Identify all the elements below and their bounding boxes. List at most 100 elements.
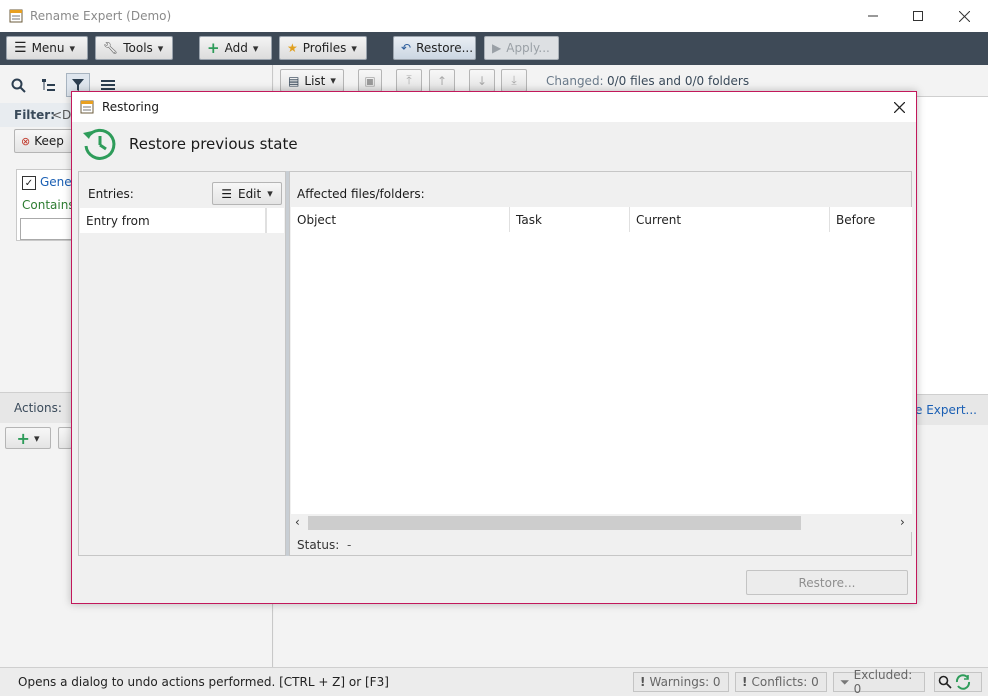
conflicts-indicator[interactable]: ! Conflicts: 0 — [735, 672, 827, 692]
filter-icon: ⏷ — [840, 674, 850, 689]
status-hint: Opens a dialog to undo actions performed… — [18, 675, 389, 689]
add-button[interactable]: + Add ▾ — [199, 36, 272, 60]
move-bottom-button[interactable]: ⤓ — [501, 69, 527, 92]
column-object-label: Object — [297, 212, 337, 227]
chevron-down-icon: ▾ — [351, 41, 357, 55]
changed-value: 0/0 files and 0/0 folders — [607, 74, 750, 88]
move-up-button[interactable]: ↑ — [429, 69, 455, 92]
column-before-label: Before — [836, 212, 876, 227]
column-current[interactable]: Current — [630, 207, 830, 232]
status-label: Status: — [297, 538, 340, 552]
status-value: - — [347, 538, 352, 552]
refresh-icon — [955, 674, 971, 690]
entry-from-label: Entry from — [86, 213, 150, 228]
warning-icon: ! — [742, 675, 748, 689]
window-titlebar: Rename Expert (Demo) — [0, 0, 988, 32]
app-icon — [9, 8, 24, 23]
warnings-label: Warnings: 0 — [649, 675, 721, 689]
add-label: Add — [224, 41, 248, 55]
restore-button[interactable]: Restore... — [746, 570, 908, 595]
restore-label: Restore... — [416, 41, 474, 55]
affected-table[interactable]: Object Task Current Before ‹ › — [291, 207, 912, 532]
excluded-indicator[interactable]: ⏷ Excluded: 0 — [833, 668, 925, 696]
restoring-dialog: Restoring Restore previous state Entries… — [71, 91, 917, 604]
add-action-button[interactable]: + ▾ — [5, 427, 51, 449]
plus-icon: + — [16, 428, 30, 448]
search-icon[interactable] — [7, 74, 29, 96]
entries-list[interactable]: Entry from — [80, 208, 284, 555]
menu-label: Menu — [31, 41, 65, 55]
actions-label: Actions: — [14, 401, 62, 415]
entries-pane: Entries: ☰ Edit ▾ Entry from — [78, 171, 286, 556]
chevron-down-icon: ▾ — [157, 41, 164, 55]
keep-icon: ⊗ — [21, 134, 31, 148]
minimize-button[interactable] — [850, 0, 896, 32]
close-window-button[interactable] — [941, 0, 987, 32]
main-toolbar: ☰ Menu ▾ 🔧︎ Tools ▾ + Add ▾ ★ Profiles ▾… — [0, 32, 988, 65]
restore-toolbar-button[interactable]: ↶ Restore... — [393, 36, 476, 60]
restore-button-label: Restore... — [798, 575, 856, 590]
app-icon — [80, 99, 95, 114]
dialog-title: Restoring — [102, 100, 159, 114]
menu-button[interactable]: ☰ Menu ▾ — [6, 36, 88, 60]
undo-icon: ↶ — [401, 41, 412, 55]
close-dialog-button[interactable] — [890, 98, 908, 116]
column-task-label: Task — [516, 212, 542, 227]
entries-column-filler — [266, 208, 284, 233]
hamburger-icon: ☰ — [221, 186, 232, 201]
star-icon: ★ — [287, 41, 298, 55]
column-task[interactable]: Task — [510, 207, 630, 232]
filter-rule-box: ✓ Gener Contains — [16, 169, 80, 241]
rename-expert-link[interactable]: e Expert... — [915, 403, 977, 417]
scrollbar-thumb[interactable] — [308, 516, 801, 530]
entries-label: Entries: — [88, 187, 134, 201]
tools-label: Tools — [123, 41, 153, 55]
column-current-label: Current — [636, 212, 682, 227]
dialog-titlebar: Restoring — [72, 92, 916, 122]
excluded-label: Excluded: 0 — [853, 668, 913, 696]
general-checkbox[interactable]: ✓ — [22, 176, 36, 190]
column-before[interactable]: Before — [830, 207, 912, 232]
list-icon: ▤ — [288, 73, 300, 88]
history-icon — [81, 126, 117, 162]
horizontal-scrollbar[interactable]: ‹ › — [291, 514, 912, 532]
clear-list-button[interactable]: ▣ — [358, 69, 382, 92]
list-label: List — [304, 73, 326, 88]
dialog-heading: Restore previous state — [129, 135, 298, 153]
chevron-down-icon: ▾ — [33, 431, 40, 445]
remove-action-button[interactable] — [58, 427, 72, 449]
edit-button[interactable]: ☰ Edit ▾ — [212, 182, 282, 205]
play-icon: ▶ — [492, 41, 502, 55]
search-status-button[interactable] — [934, 672, 982, 692]
hamburger-icon: ☰ — [14, 40, 27, 56]
apply-button[interactable]: ▶ Apply... — [484, 36, 559, 60]
chevron-down-icon: ▾ — [267, 187, 273, 200]
keep-label: Keep — [34, 134, 64, 148]
list-view-button[interactable]: ▤ List ▾ — [280, 69, 344, 92]
keep-button[interactable]: ⊗ Keep — [14, 129, 74, 153]
affected-label: Affected files/folders: — [297, 187, 425, 201]
profiles-button[interactable]: ★ Profiles ▾ — [279, 36, 367, 60]
warnings-indicator[interactable]: ! Warnings: 0 — [633, 672, 729, 692]
move-top-button[interactable]: ⤒ — [396, 69, 422, 92]
chevron-down-icon: ▾ — [69, 41, 76, 55]
conflicts-label: Conflicts: 0 — [751, 675, 819, 689]
profiles-label: Profiles — [302, 41, 347, 55]
tree-icon[interactable] — [37, 74, 59, 96]
chevron-down-icon: ▾ — [252, 41, 259, 55]
chevron-down-icon: ▾ — [330, 74, 336, 87]
window-title: Rename Expert (Demo) — [30, 9, 172, 23]
tools-button[interactable]: 🔧︎ Tools ▾ — [95, 36, 173, 60]
scroll-left-arrow[interactable]: ‹ — [295, 515, 300, 529]
warning-icon: ! — [640, 675, 646, 689]
entries-column-header[interactable]: Entry from — [80, 208, 266, 233]
move-down-button[interactable]: ↓ — [469, 69, 495, 92]
search-icon — [938, 675, 952, 689]
scroll-right-arrow[interactable]: › — [900, 515, 905, 529]
changed-label: Changed: — [546, 74, 604, 88]
maximize-button[interactable] — [895, 0, 941, 32]
wrench-icon: 🔧︎ — [103, 41, 119, 55]
status-bar: Opens a dialog to undo actions performed… — [0, 667, 988, 696]
column-object[interactable]: Object — [291, 207, 510, 232]
edit-label: Edit — [237, 186, 262, 201]
